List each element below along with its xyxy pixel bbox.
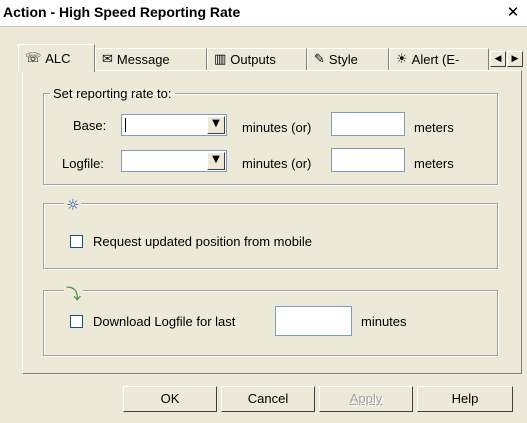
help-button[interactable]: Help (417, 386, 513, 412)
logfile-combo[interactable]: ▼ (121, 150, 227, 172)
tab-label: Outputs (230, 52, 276, 67)
pin-icon: ✎ (314, 52, 325, 67)
request-position-label: Request updated position from mobile (93, 234, 312, 249)
tab-label: Message (116, 52, 170, 67)
tab-strip: ☏ ALC ✉ Message ▥ Outputs ✎ Style ☀ Aler… (18, 38, 523, 72)
tab-message[interactable]: ✉ Message (95, 48, 207, 70)
tab-label: Style (328, 52, 358, 67)
apply-button: Apply (319, 386, 413, 412)
chevron-down-icon[interactable]: ▼ (207, 152, 225, 170)
tab-style[interactable]: ✎ Style (307, 48, 389, 70)
tab-scroll-left-button[interactable]: ◀ (490, 51, 506, 67)
ok-button[interactable]: OK (123, 386, 217, 412)
tab-outputs[interactable]: ▥ Outputs (207, 48, 307, 70)
text-caret (125, 118, 126, 132)
tab-alert[interactable]: ☀ Alert (E- (389, 48, 489, 70)
logfile-minutes-label: minutes (or) (242, 156, 312, 171)
logfile-meters-input[interactable] (331, 148, 405, 172)
reporting-rate-legend: Set reporting rate to: (53, 86, 172, 101)
logfile-label: Logfile: (62, 156, 104, 171)
download-minutes-label: minutes (361, 314, 407, 329)
tab-alc[interactable]: ☏ ALC (18, 44, 95, 72)
base-meters-label: meters (414, 120, 454, 135)
base-meters-input[interactable] (331, 112, 405, 136)
logfile-meters-label: meters (414, 156, 454, 171)
outputs-icon: ▥ (214, 52, 227, 67)
download-minutes-input[interactable] (275, 306, 352, 336)
tab-scroll: ◀ ▶ (490, 51, 523, 67)
base-minutes-label: minutes (or) (242, 120, 312, 135)
title-bar: Action - High Speed Reporting Rate ✕ (0, 0, 527, 27)
locate-mobile-icon: ☼ (64, 196, 82, 214)
request-position-checkbox[interactable] (70, 235, 83, 248)
download-icon: ⤵ (64, 283, 84, 304)
alert-icon: ☀ (396, 52, 408, 67)
base-combo[interactable]: ▼ (121, 114, 227, 136)
cancel-button[interactable]: Cancel (221, 386, 315, 412)
download-logfile-label: Download Logfile for last (93, 314, 236, 329)
close-button[interactable]: ✕ (503, 3, 523, 22)
phone-icon: ☏ (25, 51, 42, 66)
chevron-down-icon[interactable]: ▼ (207, 116, 225, 134)
window-title: Action - High Speed Reporting Rate (3, 4, 241, 20)
download-logfile-checkbox[interactable] (70, 315, 83, 328)
tab-label: Alert (E- (411, 52, 460, 67)
base-label: Base: (73, 118, 107, 133)
tab-label: ALC (45, 51, 71, 66)
envelope-icon: ✉ (102, 52, 113, 67)
apply-button-label: Apply (349, 391, 383, 406)
tab-scroll-right-button[interactable]: ▶ (507, 51, 523, 67)
